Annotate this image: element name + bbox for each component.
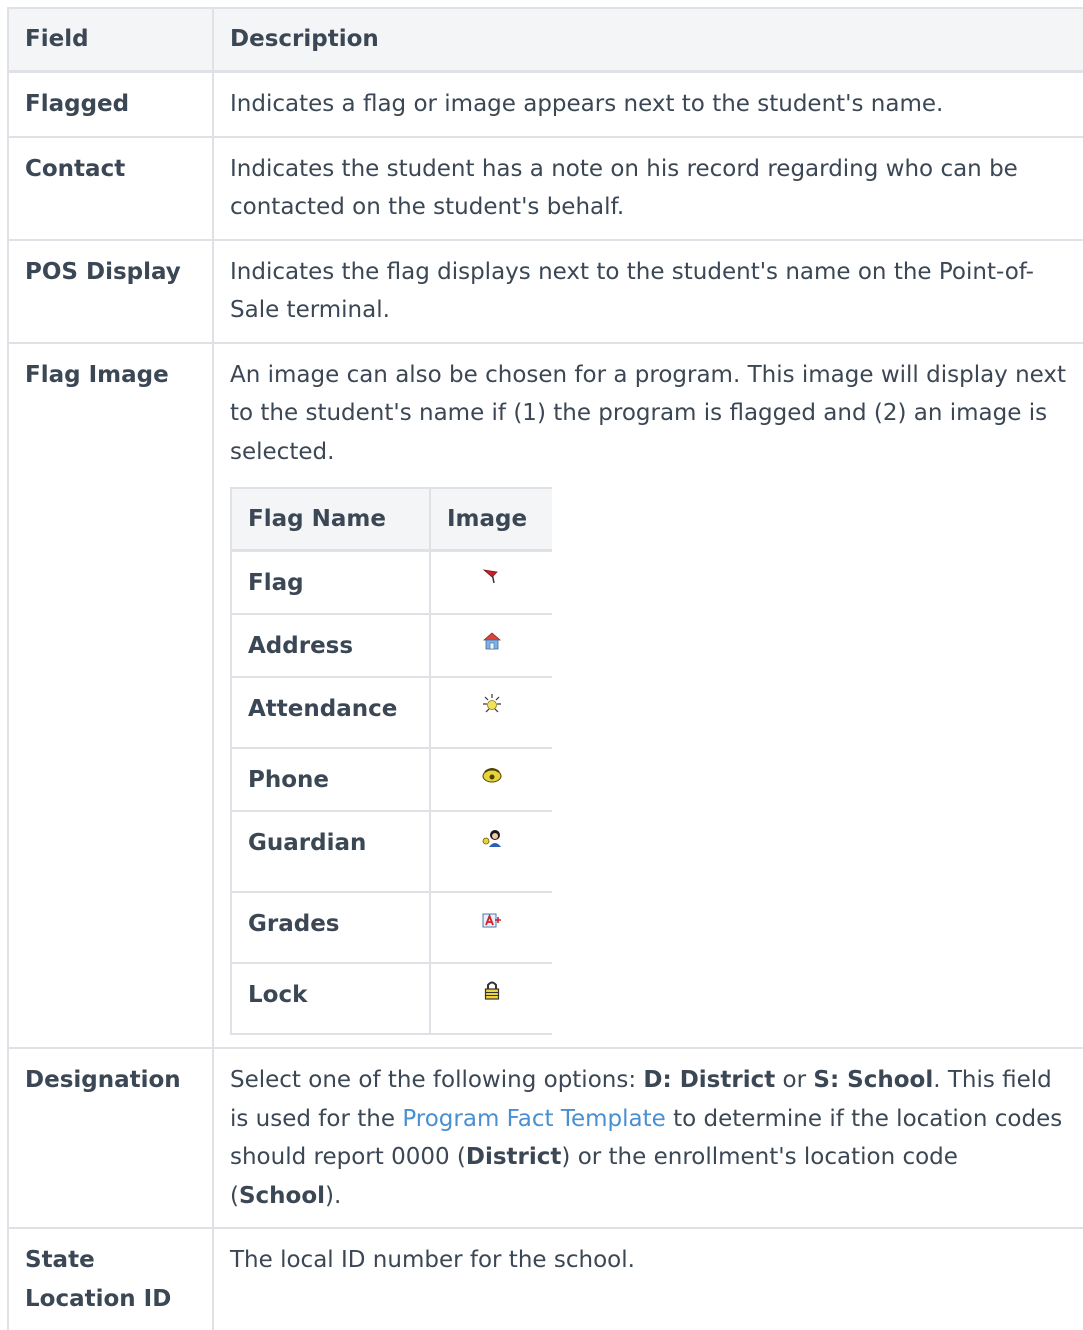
flag-image-cell [429,747,552,812]
description-text: or [775,1067,814,1093]
header-flag-name: Flag Name [230,487,431,552]
flag-name: Phone [230,747,431,812]
field-name: POS Display [7,238,214,344]
flag-row-phone: Phone [230,747,552,812]
telephone-icon [482,768,501,783]
field-name: Flagged [7,70,214,138]
flag-image-table: Flag Name Image Flag Address Attendance … [230,487,552,1035]
table-row-flagged: Flagged Indicates a flag or image appear… [7,70,1083,138]
padlock-icon [484,981,499,1000]
description-text: ). [325,1182,342,1209]
flag-row-attendance: Attendance [230,676,552,749]
flag-image-cell [429,549,552,615]
field-description: Select one of the following options: D: … [212,1047,1083,1229]
flag-row-grades: Grades [230,891,552,964]
field-description-cell: An image can also be chosen for a progra… [212,341,1083,1049]
flag-image-cell [429,891,552,964]
field-name: Designation [7,1047,214,1229]
option-school: S: School [813,1067,934,1093]
header-field: Field [7,7,214,73]
flag-name: Attendance [230,676,431,749]
description-text: Select one of the following options: [230,1067,644,1093]
school-emphasis: School [238,1182,326,1209]
table-header-row: Field Description [7,7,1083,73]
field-name: Contact [7,135,214,241]
flag-image-cell [429,962,552,1035]
flag-image-cell [429,676,552,749]
flag-name: Lock [230,962,431,1035]
guardian-person-icon [482,830,501,847]
flag-image-cell [429,613,552,678]
option-district: D: District [643,1067,776,1093]
flag-name: Flag [230,549,431,615]
field-description: Indicates the flag displays next to the … [212,238,1083,344]
field-description: The local ID number for the school. [212,1227,1083,1330]
header-image: Image [429,487,552,552]
table-row-state-location-id: State Location ID The local ID number fo… [7,1227,1083,1330]
flag-row-address: Address [230,613,552,678]
house-icon [482,632,501,650]
field-description: An image can also be chosen for a progra… [230,361,1067,465]
flag-image-cell [429,810,552,893]
field-description: Indicates the student has a note on his … [212,135,1083,241]
program-fact-template-link[interactable]: Program Fact Template [402,1106,666,1132]
field-name: State Location ID [7,1227,214,1330]
field-description-table: Field Description Flagged Indicates a fl… [7,7,1083,1330]
table-row-pos-display: POS Display Indicates the flag displays … [7,238,1083,344]
alarm-bell-icon [482,694,501,713]
table-row-designation: Designation Select one of the following … [7,1047,1083,1229]
red-flag-icon [482,569,498,584]
header-description: Description [212,7,1083,73]
flag-row-guardian: Guardian [230,810,552,893]
flag-table-header-row: Flag Name Image [230,487,552,552]
district-emphasis: District [465,1144,562,1170]
field-name: Flag Image [7,341,214,1049]
flag-name: Grades [230,891,431,964]
grade-a-plus-icon [482,913,501,928]
field-description: Indicates a flag or image appears next t… [212,70,1083,138]
flag-name: Address [230,613,431,678]
flag-row-lock: Lock [230,962,552,1035]
table-row-flag-image: Flag Image An image can also be chosen f… [7,341,1083,1049]
flag-name: Guardian [230,810,431,893]
flag-row-flag: Flag [230,549,552,615]
table-row-contact: Contact Indicates the student has a note… [7,135,1083,241]
